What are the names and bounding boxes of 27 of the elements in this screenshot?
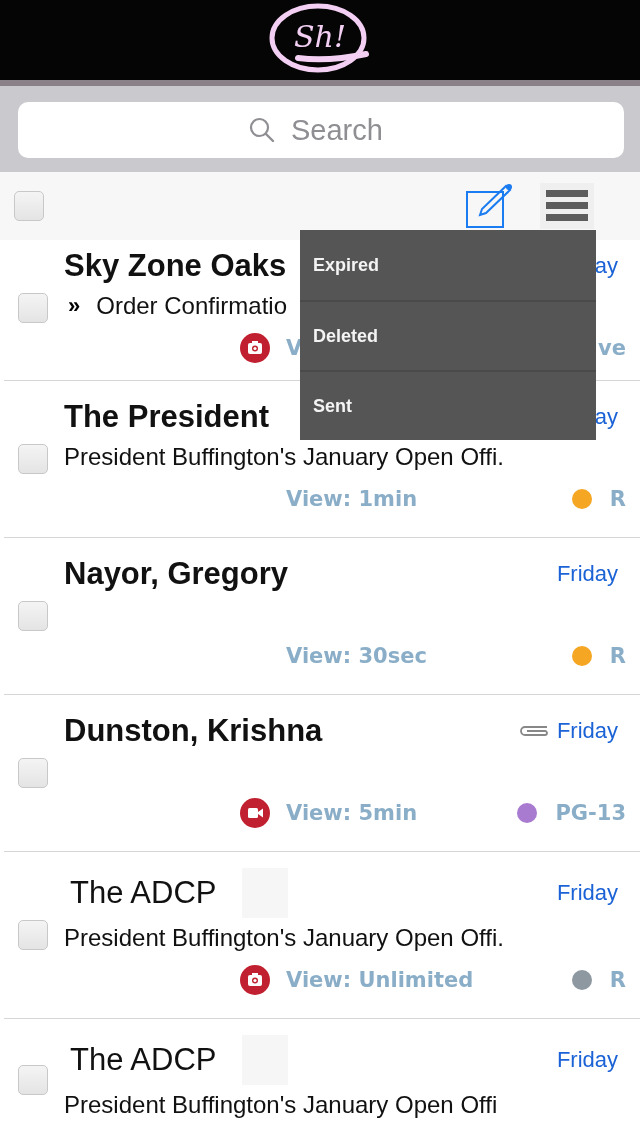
content-rating: R <box>609 644 626 668</box>
sender-name: The ADCP <box>70 875 217 911</box>
message-date: Friday <box>556 880 618 906</box>
sender-name: The ADCP <box>70 1042 217 1078</box>
message-subject: Order Confirmatio <box>96 292 287 320</box>
sender-name: The President <box>64 399 269 435</box>
content-rating: R <box>609 968 626 992</box>
message-date: Friday <box>556 1047 618 1073</box>
view-duration: View: 5min <box>286 801 418 825</box>
logo-text: Sh! <box>294 18 346 54</box>
message-date: ay <box>594 404 618 430</box>
sender-name: Nayor, Gregory <box>64 556 288 592</box>
content-rating: R <box>609 487 626 511</box>
message-date: Friday <box>556 561 618 587</box>
view-duration: View: Unlimited <box>286 968 474 992</box>
sender-name: Dunston, Krishna <box>64 713 323 749</box>
message-subject: President Buffington's January Open Offi. <box>64 443 504 471</box>
view-duration: View: 30sec <box>286 644 427 668</box>
content-rating: ve <box>598 336 626 360</box>
message-subject: President Buffington's January Open Offi <box>64 1091 498 1119</box>
message-date: Friday <box>556 718 618 744</box>
view-duration: View: 1min <box>286 487 418 511</box>
content-rating: PG-13 <box>555 801 626 825</box>
message-date: ay <box>594 253 618 279</box>
forward-mark: » <box>68 293 81 319</box>
message-subject: President Buffington's January Open Offi. <box>64 924 504 952</box>
sender-name: Sky Zone Oaks <box>64 248 287 284</box>
